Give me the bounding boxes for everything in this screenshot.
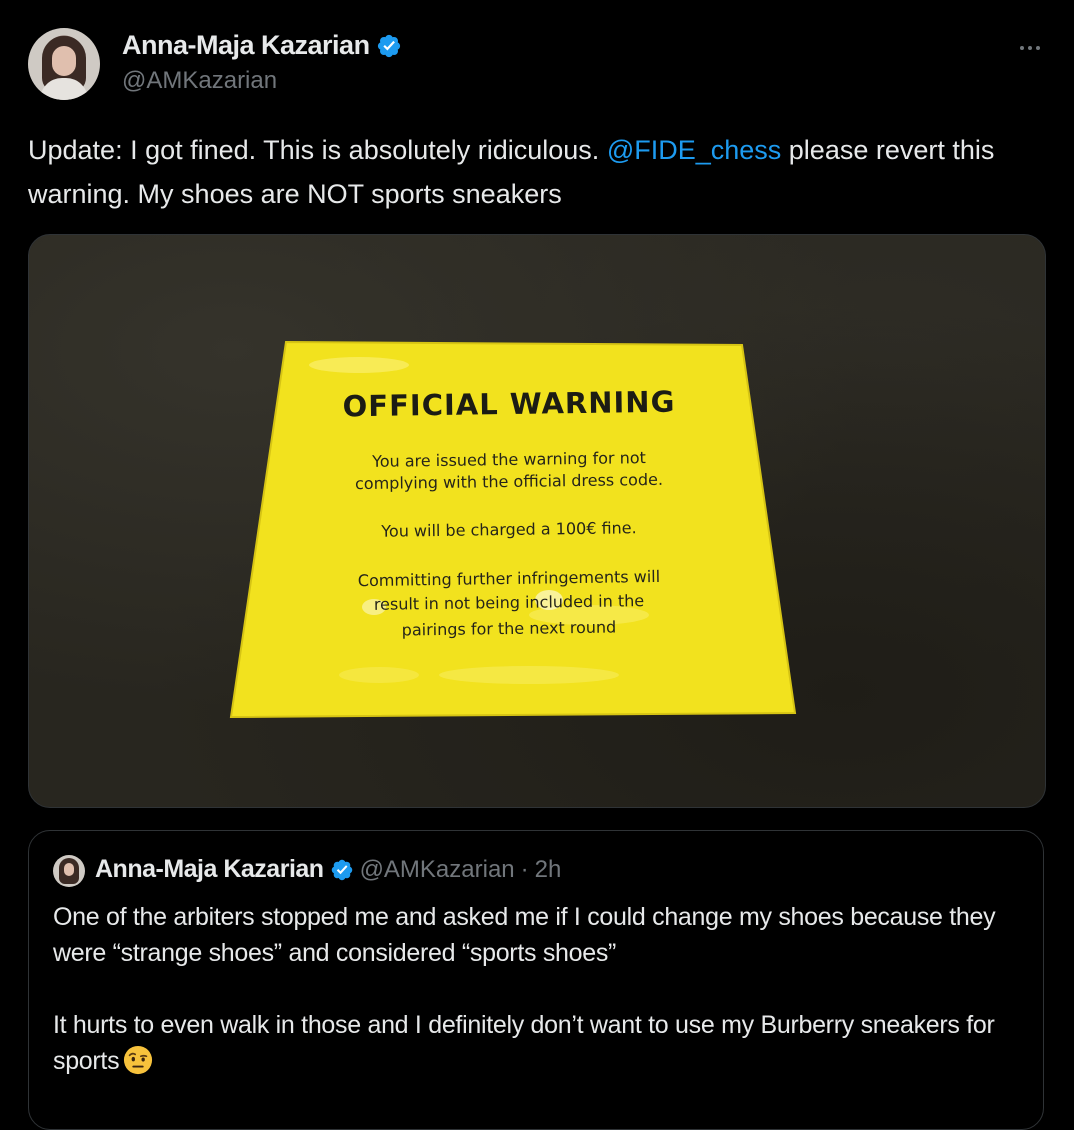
face-with-raised-eyebrow-icon — [124, 1045, 153, 1075]
warning-card-title: OFFICIAL WARNING — [342, 384, 676, 424]
quote-header: Anna-Maja Kazarian @AMKazarian · 2h — [95, 855, 561, 884]
more-options-button[interactable] — [1012, 30, 1048, 66]
tweet-text-start: Update: I got fined. This is absolutely … — [28, 135, 607, 165]
author-display-name[interactable]: Anna-Maja Kazarian — [122, 30, 402, 61]
quote-author-handle[interactable]: @AMKazarian — [360, 856, 515, 884]
avatar-face — [52, 46, 76, 76]
quote-separator: · — [520, 855, 529, 883]
more-horizontal-icon-dot-2 — [1028, 46, 1032, 50]
mention-link[interactable]: @FIDE_chess — [607, 135, 781, 165]
author-handle[interactable]: @AMKazarian — [122, 67, 402, 95]
verified-badge-icon — [377, 34, 400, 57]
warning-card-line-5: result in not being included in the — [373, 591, 645, 614]
quoted-tweet[interactable]: Anna-Maja Kazarian @AMKazarian · 2h One … — [28, 830, 1044, 1130]
quote-paragraph-1: One of the arbiters stopped me and asked… — [53, 903, 996, 967]
author-block: Anna-Maja Kazarian @AMKazarian — [122, 30, 402, 95]
verified-badge-icon — [331, 859, 352, 880]
quote-paragraph-2: It hurts to even walk in those and I def… — [53, 1007, 1013, 1079]
warning-card-line-3: You will be charged a 100€ fine. — [381, 518, 637, 541]
avatar[interactable] — [28, 28, 100, 100]
warning-card: OFFICIAL WARNING You are issued the warn… — [29, 235, 1045, 807]
quote-paragraph-2-text: It hurts to even walk in those and I def… — [53, 1011, 995, 1075]
quote-body: One of the arbiters stopped me and asked… — [53, 899, 1013, 1115]
tweet: Anna-Maja Kazarian @AMKazarian Update: I… — [0, 0, 1074, 1130]
warning-card-line-6: pairings for the next round — [401, 617, 617, 640]
more-horizontal-icon-dot-3 — [1036, 46, 1040, 50]
author-name-text[interactable]: Anna-Maja Kazarian — [122, 30, 370, 61]
quote-avatar[interactable] — [53, 855, 85, 887]
quote-avatar-face — [64, 863, 74, 876]
tweet-photo[interactable]: OFFICIAL WARNING You are issued the warn… — [28, 234, 1046, 808]
more-horizontal-icon — [1020, 46, 1024, 50]
tweet-text: Update: I got fined. This is absolutely … — [28, 128, 1038, 216]
quote-timestamp[interactable]: 2h — [535, 856, 562, 884]
quote-author-name[interactable]: Anna-Maja Kazarian — [95, 855, 324, 884]
